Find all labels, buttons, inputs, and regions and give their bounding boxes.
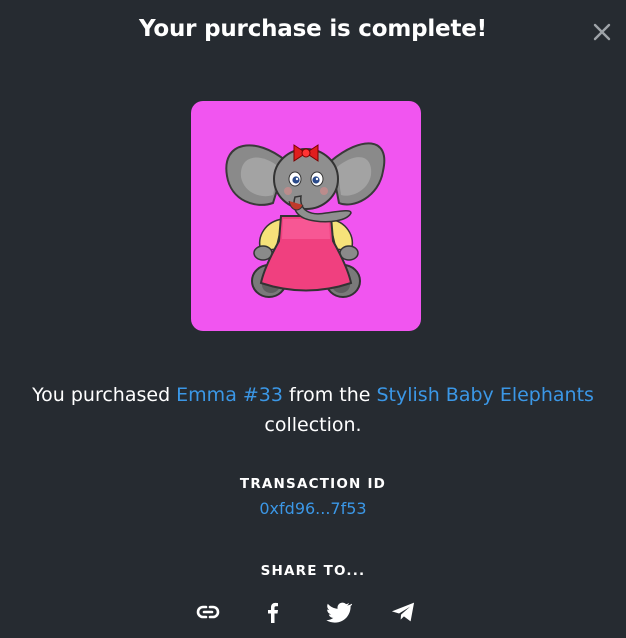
share-facebook-button[interactable] <box>259 598 287 626</box>
dialog-title: Your purchase is complete! <box>139 16 487 42</box>
share-link-button[interactable] <box>194 598 222 626</box>
purchase-complete-dialog: Your purchase is complete! You purchased… <box>0 0 626 638</box>
close-button[interactable] <box>590 20 614 44</box>
purchase-suffix: collection. <box>264 414 362 436</box>
transaction-label: TRANSACTION ID <box>239 476 387 492</box>
close-icon <box>593 23 611 41</box>
share-telegram-button[interactable] <box>389 598 417 626</box>
item-link[interactable]: Emma #33 <box>176 384 283 406</box>
elephant-illustration <box>225 142 386 298</box>
facebook-icon <box>268 602 278 623</box>
share-buttons <box>0 598 626 626</box>
twitter-icon <box>326 602 354 623</box>
nft-image <box>191 101 421 331</box>
purchase-middle: from the <box>282 384 377 406</box>
transaction-id-link[interactable]: 0xfd96...7f53 <box>0 499 626 518</box>
share-label: SHARE TO... <box>260 563 366 579</box>
purchase-prefix: You purchased <box>32 384 177 406</box>
share-twitter-button[interactable] <box>324 598 354 626</box>
link-icon <box>196 605 220 619</box>
purchase-message: You purchased Emma #33 from the Stylish … <box>0 380 626 440</box>
telegram-icon <box>391 602 415 622</box>
collection-link[interactable]: Stylish Baby Elephants <box>377 384 594 406</box>
